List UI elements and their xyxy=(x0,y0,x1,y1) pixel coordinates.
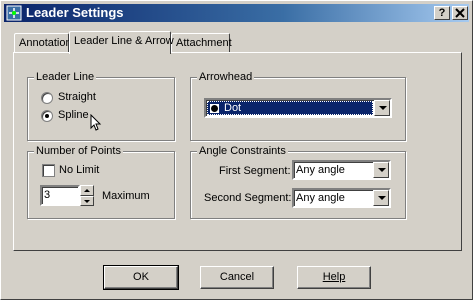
first-segment-select[interactable]: Any angle xyxy=(292,160,391,180)
title-bar[interactable]: Leader Settings ? xyxy=(4,4,469,22)
points-spin-up[interactable] xyxy=(80,185,94,196)
dot-arrowhead-icon xyxy=(210,104,219,113)
chevron-down-icon xyxy=(379,106,387,110)
ok-button[interactable]: OK xyxy=(103,265,179,290)
first-segment-value: Any angle xyxy=(296,164,345,176)
spin-up-icon xyxy=(84,189,90,192)
dialog-window: Leader Settings ? Annotation Leader Line… xyxy=(0,0,473,300)
straight-label[interactable]: Straight xyxy=(58,91,96,104)
arrowhead-group: Arrowhead Dot xyxy=(190,71,406,141)
arrowhead-select[interactable]: Dot xyxy=(204,98,392,118)
tab-panel: Leader Line Straight Spline Arrowhead Do… xyxy=(13,52,462,251)
no-limit-label[interactable]: No Limit xyxy=(59,164,99,177)
cancel-button[interactable]: Cancel xyxy=(200,266,274,289)
close-icon xyxy=(455,8,465,18)
radio-selected-dot xyxy=(45,114,49,118)
first-segment-dropdown-button[interactable] xyxy=(373,162,389,178)
points-value: 3 xyxy=(44,189,51,201)
points-spin-down[interactable] xyxy=(80,196,94,206)
second-segment-select[interactable]: Any angle xyxy=(292,188,391,208)
second-segment-dropdown-button[interactable] xyxy=(373,190,389,206)
app-icon xyxy=(6,5,22,21)
leader-line-group: Leader Line Straight Spline xyxy=(27,71,175,141)
chevron-down-icon xyxy=(378,168,386,172)
chevron-down-icon xyxy=(378,196,386,200)
angle-constraints-legend: Angle Constraints xyxy=(197,145,288,157)
window-title: Leader Settings xyxy=(26,5,124,20)
arrowhead-dropdown-button[interactable] xyxy=(374,100,390,116)
number-of-points-group: Number of Points No Limit 3 Maximum xyxy=(27,145,175,219)
arrowhead-value: Dot xyxy=(224,102,242,114)
spline-radio[interactable] xyxy=(41,110,53,122)
maximum-label: Maximum xyxy=(102,190,150,202)
no-limit-checkbox[interactable] xyxy=(42,164,55,177)
help-title-button[interactable]: ? xyxy=(434,6,450,20)
points-input[interactable]: 3 xyxy=(40,185,80,206)
spline-label[interactable]: Spline xyxy=(58,109,89,122)
help-button[interactable]: Help xyxy=(297,266,371,289)
tab-leader-line-arrow[interactable]: Leader Line & Arrow xyxy=(69,31,174,54)
tab-annotation[interactable]: Annotation xyxy=(14,33,72,53)
close-title-button[interactable] xyxy=(452,6,468,20)
straight-radio[interactable] xyxy=(41,92,53,104)
first-segment-label: First Segment: xyxy=(219,165,291,177)
second-segment-label: Second Segment: xyxy=(204,192,292,204)
number-of-points-legend: Number of Points xyxy=(34,145,123,157)
leader-line-legend: Leader Line xyxy=(34,71,97,83)
cursor-icon xyxy=(90,114,102,131)
spin-down-icon xyxy=(84,200,90,203)
arrowhead-legend: Arrowhead xyxy=(197,71,255,83)
arrowhead-selected-item: Dot xyxy=(207,101,373,115)
angle-constraints-group: Angle Constraints First Segment: Any ang… xyxy=(190,145,406,219)
tab-attachment[interactable]: Attachment xyxy=(171,33,232,53)
second-segment-value: Any angle xyxy=(296,192,345,204)
